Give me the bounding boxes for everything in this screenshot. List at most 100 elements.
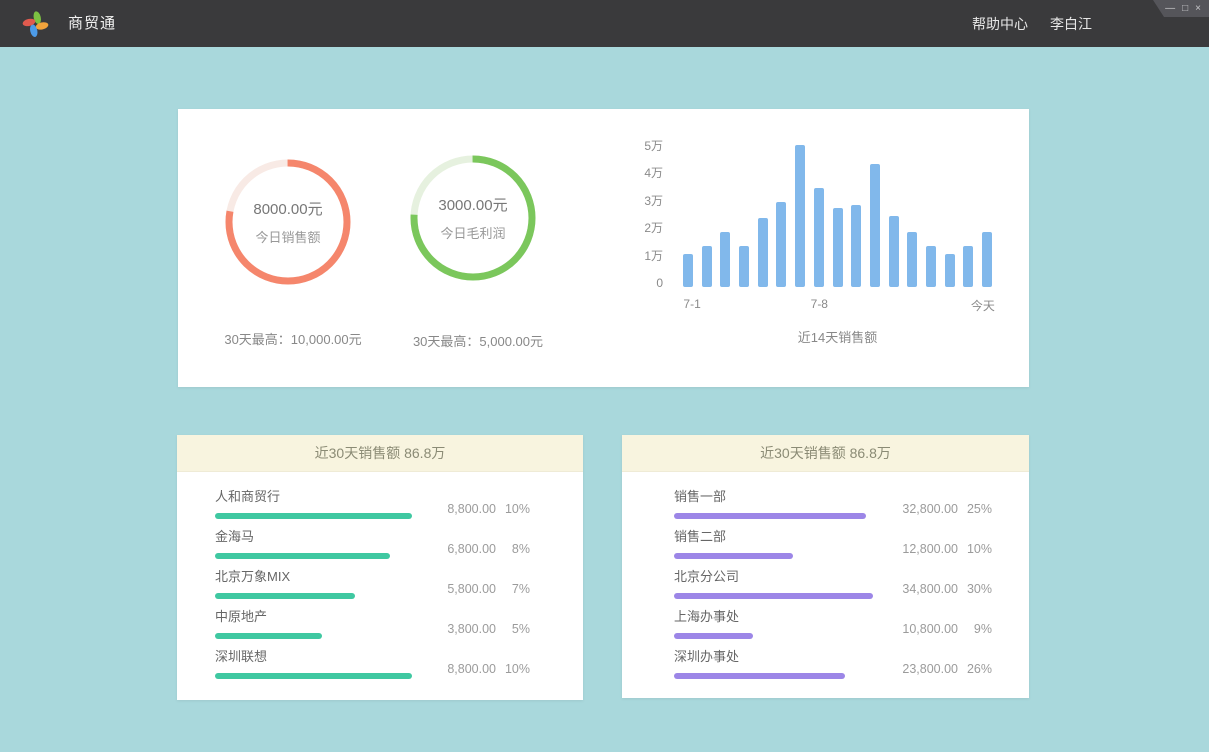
- y-tick-label: 4万: [644, 164, 663, 182]
- close-icon[interactable]: ×: [1195, 4, 1201, 14]
- profit-30d-max-caption: 30天最高：5,000.00元: [363, 331, 593, 350]
- rank-item-bar: [674, 553, 856, 559]
- today-profit-value: 3000.00元: [438, 194, 507, 215]
- rank-item-bar: [674, 633, 856, 639]
- rank-item-main: 销售二部: [674, 528, 868, 559]
- bar-plot: [683, 147, 992, 287]
- rank-item-percent: 25%: [958, 502, 992, 516]
- bar: [758, 218, 768, 287]
- today-sales-value: 8000.00元: [253, 198, 322, 219]
- today-sales-donut: 8000.00元 今日销售额: [223, 157, 353, 287]
- rank-item-bar: [674, 513, 856, 519]
- customer-rank-card: 近30天销售额 86.8万 人和商贸行 8,800.00 10% 金海马 6,8…: [177, 435, 583, 700]
- rank-item-amount: 8,800.00: [406, 662, 496, 676]
- rank-bar-fill: [674, 633, 753, 639]
- help-center-link[interactable]: 帮助中心: [972, 14, 1028, 34]
- maximize-icon[interactable]: □: [1182, 4, 1188, 14]
- bar: [683, 254, 693, 287]
- today-profit-donut: 3000.00元 今日毛利润: [408, 153, 538, 283]
- list-item: 北京万象MIX 5,800.00 7%: [177, 568, 583, 599]
- list-item: 金海马 6,800.00 8%: [177, 528, 583, 559]
- rank-item-main: 人和商贸行: [215, 488, 406, 519]
- rank-item-amount: 23,800.00: [868, 662, 958, 676]
- bar: [870, 164, 880, 287]
- rank-item-amount: 10,800.00: [868, 622, 958, 636]
- rank-item-amount: 5,800.00: [406, 582, 496, 596]
- rank-item-name: 人和商贸行: [215, 488, 394, 506]
- department-rank-card: 近30天销售额 86.8万 销售一部 32,800.00 25% 销售二部 12…: [622, 435, 1029, 698]
- bar-chart-title: 近14天销售额: [683, 329, 992, 347]
- rank-item-main: 金海马: [215, 528, 406, 559]
- app-logo-pinwheel-icon: [22, 10, 49, 37]
- bar: [982, 232, 992, 287]
- list-item: 深圳联想 8,800.00 10%: [177, 648, 583, 679]
- rank-item-main: 深圳联想: [215, 648, 406, 679]
- rank-item-main: 中原地产: [215, 608, 406, 639]
- app-window: 商贸通 帮助中心 李白江 — □ × 8000.00元 今日销售额 30天最高：…: [0, 0, 1209, 752]
- rank-item-bar: [674, 593, 856, 599]
- rank-item-name: 北京分公司: [674, 568, 856, 586]
- today-summary-card: 8000.00元 今日销售额 30天最高：10,000.00元 3000.00元…: [178, 109, 1029, 387]
- rank-item-main: 销售一部: [674, 488, 868, 519]
- rank-item-percent: 7%: [496, 582, 530, 596]
- bar: [702, 246, 712, 287]
- rank-item-name: 销售二部: [674, 528, 856, 546]
- today-profit-label: 今日毛利润: [440, 223, 505, 242]
- rank-item-main: 深圳办事处: [674, 648, 868, 679]
- bar: [739, 246, 749, 287]
- rank-bar-fill: [215, 633, 322, 639]
- rank-item-amount: 12,800.00: [868, 542, 958, 556]
- bar: [945, 254, 955, 287]
- y-tick-label: 2万: [644, 219, 663, 237]
- list-item: 深圳办事处 23,800.00 26%: [622, 648, 1029, 679]
- customer-rank-list: 人和商贸行 8,800.00 10% 金海马 6,800.00 8% 北京万象M…: [177, 472, 583, 679]
- rank-item-name: 中原地产: [215, 608, 394, 626]
- list-item: 北京分公司 34,800.00 30%: [622, 568, 1029, 599]
- topbar: 商贸通 帮助中心 李白江 — □ ×: [0, 0, 1209, 47]
- y-tick-label: 1万: [644, 247, 663, 265]
- bar: [907, 232, 917, 287]
- user-name-link[interactable]: 李白江: [1050, 14, 1092, 34]
- y-tick-label: 3万: [644, 192, 663, 210]
- rank-item-amount: 34,800.00: [868, 582, 958, 596]
- bar-chart-x-axis: 7-17-8今天: [683, 297, 992, 313]
- rank-item-bar: [215, 593, 394, 599]
- bar: [963, 246, 973, 287]
- bar: [776, 202, 786, 287]
- bar: [833, 208, 843, 287]
- rank-bar-fill: [215, 593, 355, 599]
- rank-item-amount: 6,800.00: [406, 542, 496, 556]
- customer-rank-header: 近30天销售额 86.8万: [177, 435, 583, 472]
- sales-14d-bar-chart: 01万2万3万4万5万 7-17-8今天 近14天销售额: [618, 147, 1008, 357]
- bar: [926, 246, 936, 287]
- rank-item-percent: 8%: [496, 542, 530, 556]
- rank-bar-fill: [674, 553, 793, 559]
- y-tick-label: 5万: [644, 137, 663, 155]
- department-rank-header: 近30天销售额 86.8万: [622, 435, 1029, 472]
- rank-item-percent: 30%: [958, 582, 992, 596]
- today-sales-donut-center: 8000.00元 今日销售额: [223, 157, 353, 287]
- bar: [851, 205, 861, 287]
- rank-item-bar: [215, 633, 394, 639]
- rank-bar-fill: [674, 673, 845, 679]
- rank-item-main: 北京分公司: [674, 568, 868, 599]
- minimize-icon[interactable]: —: [1165, 4, 1175, 14]
- rank-bar-fill: [674, 593, 873, 599]
- list-item: 人和商贸行 8,800.00 10%: [177, 488, 583, 519]
- bar: [795, 145, 805, 287]
- rank-item-main: 北京万象MIX: [215, 568, 406, 599]
- rank-item-name: 金海马: [215, 528, 394, 546]
- rank-item-percent: 26%: [958, 662, 992, 676]
- rank-item-amount: 3,800.00: [406, 622, 496, 636]
- list-item: 销售一部 32,800.00 25%: [622, 488, 1029, 519]
- bar: [814, 188, 824, 287]
- rank-item-bar: [215, 673, 394, 679]
- rank-item-percent: 10%: [496, 662, 530, 676]
- rank-item-bar: [215, 513, 394, 519]
- rank-bar-fill: [215, 673, 412, 679]
- rank-bar-fill: [215, 513, 412, 519]
- rank-bar-fill: [674, 513, 866, 519]
- rank-item-percent: 10%: [958, 542, 992, 556]
- rank-item-amount: 8,800.00: [406, 502, 496, 516]
- list-item: 销售二部 12,800.00 10%: [622, 528, 1029, 559]
